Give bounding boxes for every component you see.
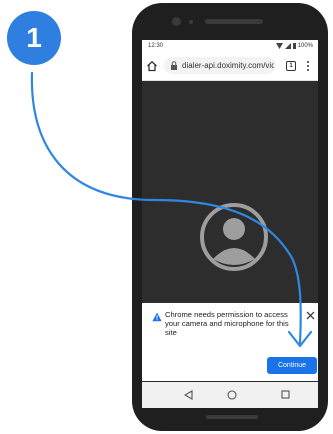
tab-switcher-icon[interactable]: 1 xyxy=(286,61,296,71)
warning-icon xyxy=(152,312,162,322)
address-bar[interactable]: dialer-api.doximity.com/vid xyxy=(164,57,276,74)
wifi-icon xyxy=(275,43,283,49)
step-number: 1 xyxy=(26,22,42,53)
front-camera-icon xyxy=(172,17,181,26)
nav-back-icon[interactable] xyxy=(184,390,193,400)
continue-button[interactable]: Continue xyxy=(267,357,317,374)
browser-toolbar: dialer-api.doximity.com/vid 1 xyxy=(142,52,318,81)
nav-home-icon[interactable] xyxy=(227,390,237,400)
battery-icon xyxy=(292,43,296,49)
phone-bottom-speaker xyxy=(206,415,258,419)
account-circle-icon xyxy=(200,203,268,271)
permission-message: Chrome needs permission to access your c… xyxy=(165,310,289,337)
tab-count: 1 xyxy=(289,63,293,69)
lock-icon xyxy=(171,61,177,70)
android-nav-bar xyxy=(142,382,318,408)
phone-frame: 12:30 100% dialer-api.doximity.com/vid 1 xyxy=(132,3,328,431)
step-number-badge: 1 xyxy=(7,11,61,65)
status-icons: 100% xyxy=(275,43,313,49)
home-icon[interactable] xyxy=(146,60,158,72)
url-text: dialer-api.doximity.com/vid xyxy=(182,61,274,70)
earpiece-speaker xyxy=(205,19,263,24)
close-icon[interactable] xyxy=(306,311,315,320)
nav-recent-icon[interactable] xyxy=(281,390,290,399)
status-bar: 12:30 100% xyxy=(142,40,318,52)
phone-screen: 12:30 100% dialer-api.doximity.com/vid 1 xyxy=(142,40,318,408)
signal-icon xyxy=(284,43,291,49)
more-vert-icon[interactable] xyxy=(306,60,310,72)
status-time: 12:30 xyxy=(148,43,164,49)
battery-level: 100% xyxy=(297,43,313,49)
sensor-dot-icon xyxy=(189,20,193,24)
permission-dialog: Chrome needs permission to access your c… xyxy=(142,303,318,381)
